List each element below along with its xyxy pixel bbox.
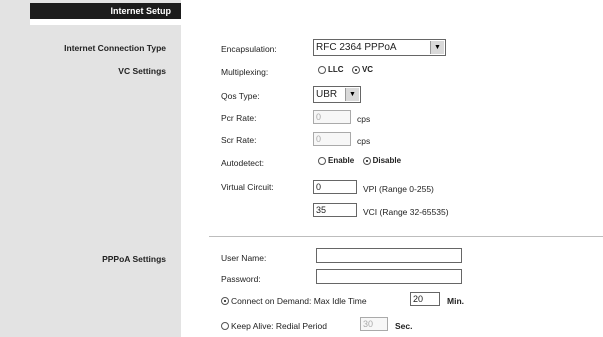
vci-range: VCI (Range 32-65535) xyxy=(363,207,449,217)
scr-unit: cps xyxy=(357,136,371,146)
multiplexing-options: LLC VC xyxy=(318,64,379,74)
connect-on-demand-radio[interactable] xyxy=(221,296,229,305)
pppoa-settings-label: PPPoA Settings xyxy=(102,254,166,264)
username-label: User Name: xyxy=(221,253,267,263)
autodetect-disable-label: Disable xyxy=(372,156,402,166)
qos-label: Qos Type: xyxy=(221,91,260,101)
redial-unit: Sec. xyxy=(395,321,413,331)
chevron-down-icon: ▼ xyxy=(430,41,444,54)
vpi-input[interactable]: 0 xyxy=(313,180,357,194)
keep-alive-radio[interactable] xyxy=(221,321,229,330)
password-label: Password: xyxy=(221,274,261,284)
max-idle-input[interactable]: 20 xyxy=(410,292,440,306)
pcr-input[interactable]: 0 xyxy=(313,110,351,124)
redial-input[interactable]: 30 xyxy=(360,317,388,331)
scr-label: Scr Rate: xyxy=(221,135,257,145)
connect-on-demand-label: Connect on Demand: Max Idle Time xyxy=(231,295,367,306)
vpi-range: VPI (Range 0-255) xyxy=(363,184,434,194)
encapsulation-value: RFC 2364 PPPoA xyxy=(316,42,397,53)
scr-input[interactable]: 0 xyxy=(313,132,351,146)
username-input[interactable] xyxy=(316,248,462,263)
autodetect-options: Enable Disable xyxy=(318,155,407,165)
keep-alive-row: Keep Alive: Redial Period xyxy=(221,320,327,331)
qos-value: UBR xyxy=(316,89,338,100)
pcr-label: Pcr Rate: xyxy=(221,113,257,123)
multiplexing-vc-label: VC xyxy=(361,65,374,75)
pcr-unit: cps xyxy=(357,114,371,124)
vc-settings-label: VC Settings xyxy=(118,66,166,76)
virtual-circuit-label: Virtual Circuit: xyxy=(221,182,274,192)
sidebar-divider xyxy=(30,19,181,25)
connection-type-label: Internet Connection Type xyxy=(64,43,166,53)
qos-select[interactable]: UBR ▼ xyxy=(313,86,361,103)
chevron-down-icon: ▼ xyxy=(345,88,359,101)
encapsulation-label: Encapsulation: xyxy=(221,44,277,54)
multiplexing-vc-radio[interactable] xyxy=(351,65,360,74)
keep-alive-label: Keep Alive: Redial Period xyxy=(231,320,327,331)
max-idle-unit: Min. xyxy=(447,296,464,306)
autodetect-disable-radio[interactable] xyxy=(362,156,371,165)
multiplexing-llc-radio[interactable] xyxy=(318,65,326,74)
vci-input[interactable]: 35 xyxy=(313,203,357,217)
autodetect-enable-radio[interactable] xyxy=(318,156,326,165)
autodetect-label: Autodetect: xyxy=(221,158,265,168)
multiplexing-llc-label: LLC xyxy=(328,65,344,75)
encapsulation-select[interactable]: RFC 2364 PPPoA ▼ xyxy=(313,39,446,56)
multiplexing-label: Multiplexing: xyxy=(221,67,269,77)
content-divider xyxy=(181,0,186,337)
password-input[interactable] xyxy=(316,269,462,284)
section-title: Internet Setup xyxy=(110,6,171,16)
section-divider xyxy=(209,236,603,237)
connect-on-demand-row: Connect on Demand: Max Idle Time xyxy=(221,295,367,306)
autodetect-enable-label: Enable xyxy=(328,156,355,166)
sidebar-header: Internet Setup xyxy=(30,3,181,19)
